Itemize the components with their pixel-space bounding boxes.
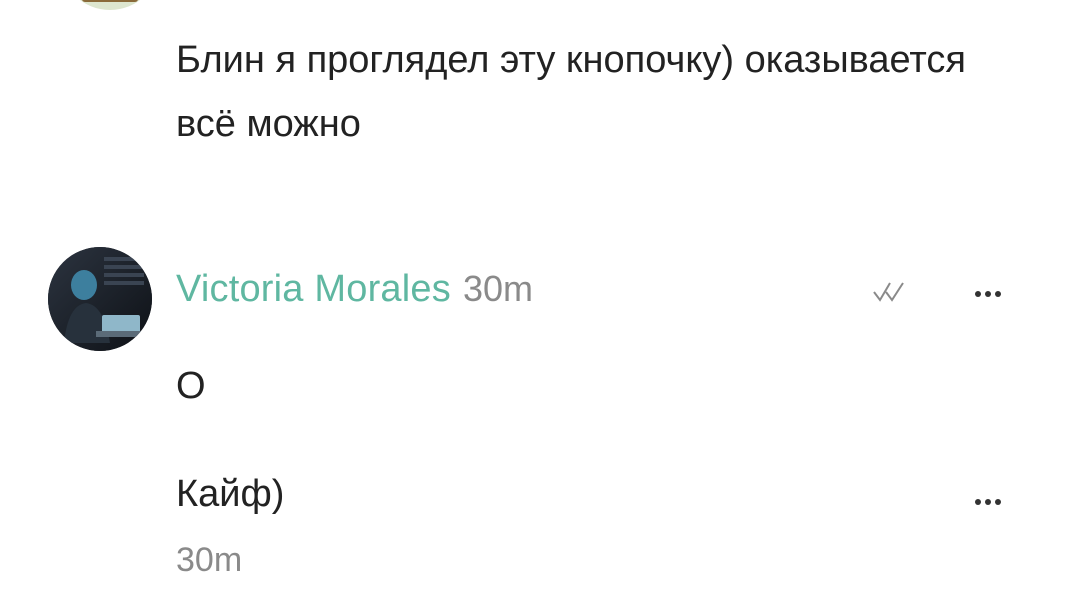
- avatar-decoration: [82, 0, 138, 2]
- comment-timestamp: 30m: [462, 268, 533, 309]
- double-check-icon: [873, 282, 904, 302]
- more-horizontal-icon-dot: [985, 291, 991, 297]
- author-name[interactable]: Victoria Morales: [176, 268, 451, 311]
- more-horizontal-icon-dot: [975, 499, 981, 505]
- avatar-image: [48, 247, 152, 351]
- author-avatar[interactable]: [48, 247, 152, 351]
- message-text: Кайф): [176, 473, 285, 515]
- previous-comment-avatar[interactable]: [60, 0, 160, 10]
- message-timestamp: 30m: [176, 541, 243, 579]
- more-horizontal-icon-dot: [995, 499, 1001, 505]
- message-more-button[interactable]: [966, 487, 1010, 517]
- more-horizontal-icon-dot: [985, 499, 991, 505]
- comment-header: Victoria Morales 30m: [176, 268, 533, 318]
- previous-comment-text: Блин я проглядел эту кнопочку) оказывает…: [176, 39, 966, 145]
- message-text: О: [176, 365, 206, 407]
- more-horizontal-icon-dot: [995, 291, 1001, 297]
- comment-more-button[interactable]: [966, 279, 1010, 309]
- more-horizontal-icon-dot: [975, 291, 981, 297]
